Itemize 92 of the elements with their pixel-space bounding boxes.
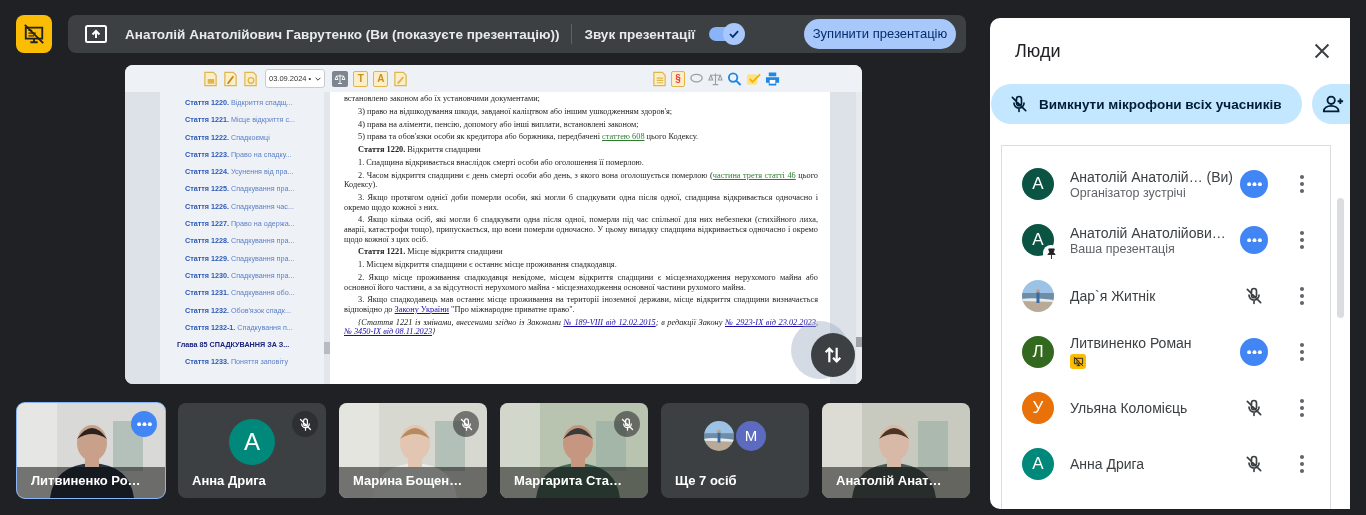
participant-name: Маргарита Ста… — [514, 473, 622, 488]
participant-name: Ще 7 осіб — [675, 473, 737, 488]
paragraph: 2. Якщо місце проживання спадкодавця невідоме, місцем відкриття спадщини є місцезнаходження нерухомого майна або основної його частини, а за відсутності нерухомого майна - місцезнаходження основної частини рухомого майна. — [344, 272, 818, 293]
participant-row[interactable]: У Ульяна Коломієць — [1002, 380, 1330, 436]
section-button[interactable]: § — [671, 70, 685, 87]
paragraph: встановлено законом або їх установчими документами; — [344, 94, 541, 104]
participant-name: Анна Дрига — [192, 473, 266, 488]
paragraph: 3) право на відшкодування шкоди, завданої каліцтвом або іншим ушкодженням здоров'я; — [357, 106, 674, 117]
scales-icon[interactable] — [708, 70, 723, 87]
options-button[interactable] — [1240, 226, 1268, 254]
avatar: Л — [1022, 336, 1054, 368]
slashed-screen-icon — [23, 23, 45, 45]
options-button[interactable] — [1240, 338, 1268, 366]
video-tile[interactable]: Марина Бощен… — [339, 403, 487, 498]
muted-mic-icon — [458, 416, 474, 432]
participant-name: Дар`я Житнік — [1070, 288, 1156, 304]
print-icon[interactable] — [765, 70, 780, 87]
paragraph: {Стаття 1221 із змінами, внесеними згідно із Законами № 189-VIII від 12.02.2015; в редакції Закону № 2923-IX від 23.02.2023, № 3450-IX від 08.11.2023} — [344, 317, 818, 337]
paragraph: 1. Місцем відкриття спадщини є останнє місце проживання спадкодавця. — [357, 260, 618, 270]
search-icon[interactable] — [727, 70, 742, 87]
avatar: А — [1022, 448, 1054, 480]
paragraph: 1. Спадщина відкривається внаслідок смерті особи або оголошення її померлою. — [357, 157, 645, 168]
link[interactable]: Закону України — [394, 304, 450, 314]
presentation-button[interactable] — [16, 15, 52, 53]
more-icon — [1246, 181, 1262, 187]
participant-name: Анатолій Анатолійови… — [1070, 224, 1226, 241]
sound-toggle[interactable] — [708, 25, 745, 43]
add-person-icon — [1322, 93, 1344, 115]
paragraph: 5) права та обов'язки особи як кредитора або боржника, передбачені статтею 608 цього Кодексу. — [357, 132, 700, 142]
stop-presenting-button[interactable]: Зупинити презентацію — [804, 19, 956, 49]
paragraph: 3. Якщо протягом однієї доби померли особи, які могли б спадкувати одна після одної, спадщина відкривається одночасно і окремо щодо кожної з них. — [344, 193, 818, 213]
paragraph: Стаття 1220. Відкриття спадщини — [357, 145, 482, 155]
participant-name: Литвиненко Роман — [1070, 335, 1192, 351]
avatar: А — [229, 418, 275, 465]
paragraph: 4) права на аліменти, пенсію, допомогу або інші виплати, встановлені законом; — [357, 119, 640, 130]
participant-name: Литвиненко Ро… — [31, 473, 141, 488]
kebab-icon — [1300, 343, 1304, 361]
paragraph: 2. Часом відкриття спадщини є день смерті особи або день, з якого вона оголошується померлою (частина третя статті 46 цього Кодексу). — [344, 170, 818, 190]
participant-row[interactable]: А Анна Дрига — [1002, 436, 1330, 492]
link[interactable]: статтею 608 — [602, 132, 645, 142]
more-icon — [1246, 349, 1262, 355]
scales-button[interactable] — [332, 70, 349, 87]
caret-icon — [315, 75, 322, 82]
presenter-name: Анатолій Анатолійович Гаврутенко (Ви (показуєте презентацію)) — [125, 26, 560, 42]
muted-mic-icon — [297, 416, 313, 432]
video-tile[interactable]: Маргарита Ста… — [500, 403, 648, 498]
mute-all-button[interactable]: Вимкнути мікрофони всіх учасників — [991, 84, 1302, 124]
video-tile[interactable]: А Анна Дрига — [178, 403, 326, 498]
scrollbar[interactable] — [856, 92, 862, 384]
more-icon — [1246, 237, 1262, 243]
add-person-button[interactable] — [1312, 84, 1350, 124]
muted-mic-icon — [1244, 398, 1264, 418]
sound-label: Звук презентації — [584, 26, 695, 42]
participant-name: Марина Бощен… — [353, 473, 463, 488]
muted-mic-icon — [1009, 94, 1029, 114]
muted-mic-icon — [619, 416, 635, 432]
participant-role: Організатор зустрічі — [1070, 185, 1186, 200]
muted-mic-icon — [1244, 454, 1264, 474]
video-tile[interactable]: М Ще 7 осіб — [661, 403, 809, 498]
paragraph: 3. Якщо спадкодавець мав останнє місце проживання на території іноземної держави, місце відкриття спадщини визначається відповідно до Закону України "Про міжнародне приватне право". — [344, 295, 818, 315]
kebab-icon — [1300, 287, 1304, 305]
kebab-icon — [1300, 175, 1304, 193]
participant-row[interactable]: А Анатолій Анатолій… (Ви) Організатор зустрічі — [1002, 156, 1330, 212]
kebab-icon — [1300, 455, 1304, 473]
document-icon[interactable] — [223, 70, 238, 87]
present-icon — [85, 25, 107, 43]
panel-title: Люди — [1015, 40, 1061, 62]
participant-row[interactable]: А Анатолій Анатолійови… Ваша презентація — [1002, 212, 1330, 268]
participant-role: Ваша презентація — [1070, 241, 1175, 256]
link[interactable]: № 2923-IX від 23.02.2023 — [725, 317, 816, 327]
participant-name: Ульяна Коломієць — [1070, 400, 1188, 416]
avatar: М — [736, 420, 766, 451]
muted-mic-icon — [1244, 286, 1264, 306]
avatar: У — [1022, 392, 1054, 424]
paragraph: 4. Якщо кілька осіб, які могли б спадкувати одна після одної, померли під час спільної для них небезпеки (стихійного лиха, аварії, катастрофи тощо), припускається, що вони померли одночасно. У цьому випадку спадщина відкривається одночасно і окремо щодо кожної з цих осіб. — [344, 215, 818, 245]
more-icon — [136, 421, 152, 427]
kebab-icon — [1300, 231, 1304, 249]
paragraph: Стаття 1221. Місце відкриття спадщини — [357, 247, 504, 257]
avatar: А — [1022, 168, 1054, 200]
participant-row[interactable]: Дар`я Житнік — [1002, 268, 1330, 324]
scales-icon — [334, 72, 347, 85]
participant-name: Анатолій Анат… — [836, 473, 942, 488]
video-tile[interactable]: Анатолій Анат… — [822, 403, 970, 498]
swap-arrows-icon — [822, 344, 844, 366]
participant-name: Анатолій Анатолій… (Ви) — [1070, 168, 1234, 185]
participant-name: Анна Дрига — [1070, 456, 1145, 472]
scrollbar[interactable] — [324, 92, 330, 384]
kebab-icon — [1300, 399, 1304, 417]
link[interactable]: № 189-VIII від 12.02.2015 — [563, 317, 656, 327]
participant-row[interactable]: Л Литвиненко Роман — [1002, 324, 1330, 380]
options-button[interactable] — [1240, 170, 1268, 198]
video-tile[interactable]: Литвиненко Ро… — [17, 403, 165, 498]
